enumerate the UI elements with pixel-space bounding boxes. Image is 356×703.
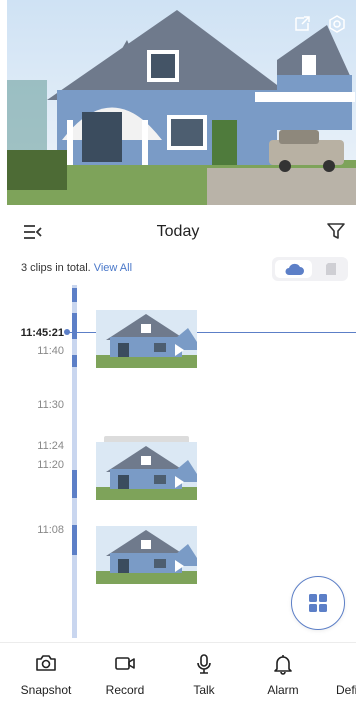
- video-camera-icon: [85, 653, 165, 677]
- cloud-storage-button[interactable]: [275, 260, 312, 278]
- definition-button[interactable]: Defi: [322, 645, 356, 703]
- filter-icon[interactable]: [325, 220, 347, 242]
- timeline-event-segment[interactable]: [72, 288, 77, 302]
- playhead-dot[interactable]: [64, 329, 70, 335]
- view-all-link[interactable]: View All: [94, 262, 132, 274]
- grid-view-button[interactable]: [291, 576, 345, 630]
- time-tick: 11:24: [37, 440, 64, 452]
- record-button[interactable]: Record: [85, 645, 165, 703]
- talk-label: Talk: [193, 683, 215, 697]
- time-tick: 11:08: [37, 524, 64, 536]
- live-video-feed[interactable]: [7, 0, 356, 205]
- timeline-event-segment[interactable]: [72, 470, 77, 498]
- page-title: Today: [156, 223, 200, 240]
- clip-thumbnail[interactable]: [96, 442, 197, 500]
- clip-count-text: 3 clips in total.: [21, 262, 91, 274]
- timeline-event-segment[interactable]: [72, 525, 77, 555]
- house-thumbnail-image: [96, 442, 197, 500]
- divider: [0, 642, 356, 643]
- house-thumbnail-image: [96, 310, 197, 368]
- sd-card-icon: [326, 263, 336, 275]
- house-thumbnail-image: [96, 526, 197, 584]
- clip-thumbnail[interactable]: [96, 526, 197, 584]
- settings-hex-icon[interactable]: [327, 14, 347, 34]
- current-time-label: 11:45:21: [20, 327, 64, 339]
- storage-toggle: [272, 257, 348, 281]
- talk-button[interactable]: Talk: [164, 645, 244, 703]
- microphone-icon: [164, 653, 244, 677]
- camera-icon: [6, 653, 86, 677]
- time-tick: 11:40: [37, 345, 64, 357]
- definition-label: Defi: [336, 683, 356, 697]
- record-label: Record: [105, 683, 145, 697]
- clip-summary: 3 clips in total. View All: [21, 262, 132, 274]
- sd-card-button[interactable]: [318, 260, 344, 278]
- playback-toolbar: Today: [0, 205, 356, 257]
- alarm-button[interactable]: Alarm: [243, 645, 323, 703]
- clip-thumbnail[interactable]: [96, 310, 197, 368]
- cloud-icon: [285, 263, 304, 275]
- grid-icon: [309, 594, 327, 612]
- snapshot-button[interactable]: Snapshot: [6, 645, 86, 703]
- definition-icon: [322, 653, 356, 677]
- bell-icon: [243, 653, 323, 677]
- timeline-event-segment[interactable]: [72, 313, 77, 339]
- snapshot-label: Snapshot: [20, 683, 72, 697]
- time-tick: 11:20: [37, 459, 64, 471]
- time-tick: 11:30: [37, 399, 64, 411]
- timeline-event-segment[interactable]: [72, 355, 77, 367]
- fullscreen-icon[interactable]: [292, 14, 312, 34]
- alarm-label: Alarm: [267, 683, 299, 697]
- action-bar: Snapshot Record Talk Alarm Defi: [0, 645, 356, 703]
